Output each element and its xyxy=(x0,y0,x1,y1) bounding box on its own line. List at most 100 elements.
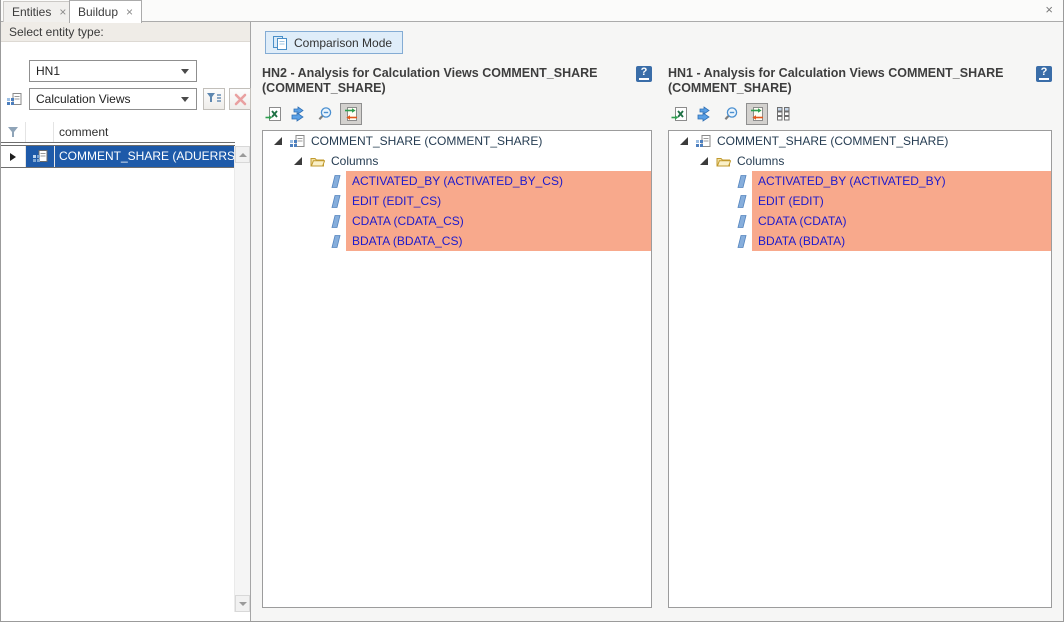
window-close-icon[interactable]: × xyxy=(1045,3,1053,16)
zoom-out-button[interactable] xyxy=(720,103,742,125)
entity-type-dropdown[interactable]: Calculation Views xyxy=(29,88,197,110)
comment-column-header[interactable]: comment xyxy=(54,122,235,142)
tree-root-label: COMMENT_SHARE (COMMENT_SHARE) xyxy=(311,134,542,148)
column-leaf-icon xyxy=(735,194,748,209)
tree-folder-node[interactable]: Columns xyxy=(669,151,1051,171)
entity-table-header: comment xyxy=(1,122,235,142)
copy-pages-icon xyxy=(272,35,288,51)
diff-highlighted-item: ACTIVATED_BY (ACTIVATED_BY_CS) xyxy=(346,171,651,191)
expander-icon[interactable] xyxy=(272,135,284,147)
tree-item[interactable]: EDIT (EDIT) xyxy=(669,191,1051,211)
open-folder-icon xyxy=(310,155,325,168)
red-x-icon xyxy=(233,92,248,107)
row-comment-value: COMMENT_SHARE (ADUERRSTEIN_T xyxy=(54,146,235,167)
calculation-view-icon xyxy=(7,92,22,112)
column-leaf-icon xyxy=(735,174,748,189)
export-excel-icon xyxy=(671,106,688,122)
system-dropdown[interactable]: HN1 xyxy=(29,60,197,82)
tree-item[interactable]: EDIT (EDIT_CS) xyxy=(263,191,651,211)
tree-folder-label: Columns xyxy=(737,154,784,168)
select-entity-type-label: Select entity type: xyxy=(1,22,250,42)
calculation-view-icon xyxy=(26,146,54,167)
comparison-mode-label: Comparison Mode xyxy=(294,36,392,50)
tree-root-node[interactable]: COMMENT_SHARE (COMMENT_SHARE) xyxy=(669,131,1051,151)
tab-strip: Entities × Buildup × × xyxy=(1,0,1063,22)
comparison-mode-button[interactable]: Comparison Mode xyxy=(265,31,403,54)
tree-item[interactable]: CDATA (CDATA) xyxy=(669,211,1051,231)
panel-hn2-title: HN2 - Analysis for Calculation Views COM… xyxy=(262,66,628,98)
column-leaf-icon xyxy=(329,174,342,189)
calculation-view-icon xyxy=(290,134,305,149)
export-excel-button[interactable] xyxy=(668,103,690,125)
zoom-out-icon xyxy=(723,106,739,122)
column-leaf-icon xyxy=(735,234,748,249)
diff-highlighted-item: BDATA (BDATA_CS) xyxy=(346,231,651,251)
tree-item[interactable]: BDATA (BDATA_CS) xyxy=(263,231,651,251)
tab-entities[interactable]: Entities × xyxy=(3,1,75,22)
process-export-button[interactable] xyxy=(288,103,310,125)
open-folder-icon xyxy=(716,155,731,168)
sync-selection-toggle[interactable] xyxy=(340,103,362,125)
diff-highlighted-item: EDIT (EDIT) xyxy=(752,191,1051,211)
column-chooser-button[interactable] xyxy=(772,103,794,125)
tab-buildup-label: Buildup xyxy=(78,5,118,19)
sync-selection-icon xyxy=(749,106,765,122)
tree-folder-label: Columns xyxy=(331,154,378,168)
zoom-out-button[interactable] xyxy=(314,103,336,125)
tree-item[interactable]: ACTIVATED_BY (ACTIVATED_BY_CS) xyxy=(263,171,651,191)
panel-hn2-header: HN2 - Analysis for Calculation Views COM… xyxy=(262,66,652,98)
diff-highlighted-item: CDATA (CDATA_CS) xyxy=(346,211,651,231)
panel-hn1-header: HN1 - Analysis for Calculation Views COM… xyxy=(668,66,1052,98)
arrow-up-icon xyxy=(239,153,247,157)
app-window: Entities × Buildup × × Select entity typ… xyxy=(0,0,1064,622)
diff-highlighted-item: BDATA (BDATA) xyxy=(752,231,1051,251)
filter-funnel-icon xyxy=(206,92,222,106)
arrow-down-icon xyxy=(239,602,247,606)
diff-highlighted-item: CDATA (CDATA) xyxy=(752,211,1051,231)
tab-entities-label: Entities xyxy=(12,5,51,19)
column-chooser-icon xyxy=(775,106,791,122)
process-export-button[interactable] xyxy=(694,103,716,125)
sidebar-scrollbar[interactable] xyxy=(234,146,250,612)
scroll-down-button[interactable] xyxy=(235,595,250,612)
tree-root-node[interactable]: COMMENT_SHARE (COMMENT_SHARE) xyxy=(263,131,651,151)
calculation-view-icon xyxy=(696,134,711,149)
expander-icon[interactable] xyxy=(292,155,304,167)
entity-type-dropdown-value: Calculation Views xyxy=(30,92,181,106)
main-area: Comparison Mode HN2 - Analysis for Calcu… xyxy=(251,22,1063,621)
expander-icon[interactable] xyxy=(678,135,690,147)
column-leaf-icon xyxy=(329,234,342,249)
chevron-down-icon xyxy=(181,97,189,102)
zoom-out-icon xyxy=(317,106,333,122)
tree-item[interactable]: ACTIVATED_BY (ACTIVATED_BY) xyxy=(669,171,1051,191)
diff-highlighted-item: EDIT (EDIT_CS) xyxy=(346,191,651,211)
tab-entities-close-icon[interactable]: × xyxy=(59,6,66,18)
chevron-down-icon xyxy=(181,69,189,74)
column-leaf-icon xyxy=(735,214,748,229)
clear-filter-button[interactable] xyxy=(229,88,251,110)
panel-hn2-tree: COMMENT_SHARE (COMMENT_SHARE) Colum xyxy=(262,130,652,608)
tree-item[interactable]: CDATA (CDATA_CS) xyxy=(263,211,651,231)
help-icon[interactable]: ? xyxy=(1036,66,1052,82)
diff-highlighted-item: ACTIVATED_BY (ACTIVATED_BY) xyxy=(752,171,1051,191)
tree-folder-node[interactable]: Columns xyxy=(263,151,651,171)
filter-settings-button[interactable] xyxy=(203,88,225,110)
scroll-up-button[interactable] xyxy=(235,146,250,163)
panel-hn1-tree: COMMENT_SHARE (COMMENT_SHARE) Colum xyxy=(668,130,1052,608)
process-arrows-icon xyxy=(290,106,308,122)
icon-column-header xyxy=(26,122,54,142)
column-filter-icon[interactable] xyxy=(1,122,26,142)
panel-hn1-title: HN1 - Analysis for Calculation Views COM… xyxy=(668,66,1028,98)
tab-buildup[interactable]: Buildup × xyxy=(69,0,142,23)
tab-buildup-close-icon[interactable]: × xyxy=(126,6,133,18)
panel-hn1: HN1 - Analysis for Calculation Views COM… xyxy=(668,66,1052,608)
table-row[interactable]: COMMENT_SHARE (ADUERRSTEIN_T xyxy=(1,146,235,168)
help-icon[interactable]: ? xyxy=(636,66,652,82)
expander-icon[interactable] xyxy=(698,155,710,167)
sync-selection-toggle[interactable] xyxy=(746,103,768,125)
row-indicator-cell xyxy=(1,146,26,167)
column-leaf-icon xyxy=(329,194,342,209)
tree-item[interactable]: BDATA (BDATA) xyxy=(669,231,1051,251)
export-excel-button[interactable] xyxy=(262,103,284,125)
sidebar: Select entity type: HN1 Calculation View… xyxy=(1,22,251,621)
